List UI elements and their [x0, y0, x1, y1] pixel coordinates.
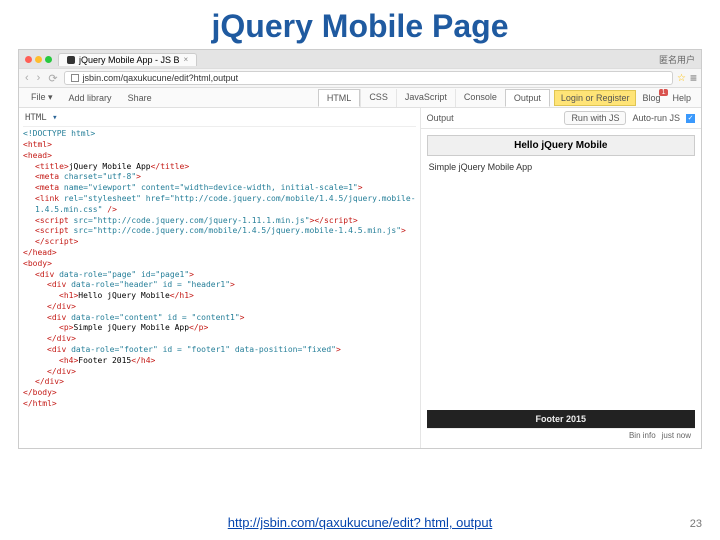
auto-run-checkbox[interactable]: ✓ [686, 114, 695, 123]
nav-back-icon[interactable]: ‹ [23, 72, 31, 84]
browser-url-bar: ‹ › ⟳ jsbin.com/qaxukucune/edit?html,out… [19, 68, 701, 88]
output-label: Output [427, 113, 454, 123]
close-window-icon[interactable] [25, 56, 32, 63]
blog-badge: 1 [659, 89, 669, 96]
bookmark-star-icon[interactable]: ☆ [677, 73, 686, 84]
login-button[interactable]: Login or Register [554, 90, 637, 106]
share-button[interactable]: Share [120, 93, 160, 103]
preview-body-text: Simple jQuery Mobile App [427, 156, 695, 178]
preview-footer: Footer 2015 [427, 410, 695, 428]
blog-link[interactable]: Blog 1 [636, 93, 666, 103]
chevron-down-icon[interactable]: ▾ [52, 113, 57, 123]
tab-title: jQuery Mobile App - JS B [79, 55, 180, 65]
slide-number: 23 [690, 518, 702, 530]
jsbin-toolbar: File ▾ Add library Share HTML CSS JavaSc… [19, 88, 701, 108]
url-text: jsbin.com/qaxukucune/edit?html,output [83, 73, 239, 83]
tab-css[interactable]: CSS [360, 89, 396, 107]
html-editor[interactable]: HTML ▾ <!DOCTYPE html><html><head><title… [19, 108, 421, 448]
preview-frame: Hello jQuery Mobile Simple jQuery Mobile… [421, 129, 701, 448]
tab-html[interactable]: HTML [318, 89, 361, 107]
url-input[interactable]: jsbin.com/qaxukucune/edit?html,output [64, 71, 673, 85]
jsbin-panels: HTML ▾ <!DOCTYPE html><html><head><title… [19, 108, 701, 448]
run-js-button[interactable]: Run with JS [564, 111, 626, 125]
tab-console[interactable]: Console [455, 89, 505, 107]
favicon-icon [67, 56, 75, 64]
panel-label: HTML [25, 113, 47, 123]
bin-info-link[interactable]: Bin info [629, 431, 656, 440]
maximize-window-icon[interactable] [45, 56, 52, 63]
slide-title: jQuery Mobile Page [0, 0, 720, 49]
output-panel: Output Run with JS Auto-run JS ✓ Hello j… [421, 108, 701, 448]
close-tab-icon[interactable]: × [184, 55, 189, 64]
chrome-profile-label[interactable]: 匿名用户 [659, 53, 701, 66]
nav-reload-icon[interactable]: ⟳ [46, 72, 59, 85]
browser-tabbar: jQuery Mobile App - JS B × 匿名用户 [19, 50, 701, 68]
preview-header: Hello jQuery Mobile [427, 135, 695, 156]
page-icon [71, 74, 79, 82]
blog-label: Blog [642, 93, 660, 103]
auto-run-label: Auto-run JS [632, 113, 680, 123]
tab-output[interactable]: Output [505, 89, 550, 107]
slide-link[interactable]: http://jsbin.com/qaxukucune/edit? html, … [0, 515, 720, 530]
tab-js[interactable]: JavaScript [396, 89, 455, 107]
jsbin-app: File ▾ Add library Share HTML CSS JavaSc… [19, 88, 701, 448]
add-library-button[interactable]: Add library [61, 93, 120, 103]
browser-window: jQuery Mobile App - JS B × 匿名用户 ‹ › ⟳ js… [18, 49, 702, 449]
nav-forward-icon[interactable]: › [35, 72, 43, 84]
help-link[interactable]: Help [666, 93, 697, 103]
bin-timestamp: just now [662, 431, 691, 440]
browser-tab[interactable]: jQuery Mobile App - JS B × [58, 53, 197, 66]
minimize-window-icon[interactable] [35, 56, 42, 63]
chrome-menu-icon[interactable]: ≡ [690, 71, 697, 85]
file-menu[interactable]: File ▾ [23, 92, 61, 103]
code-content[interactable]: <!DOCTYPE html><html><head><title>jQuery… [23, 129, 416, 410]
